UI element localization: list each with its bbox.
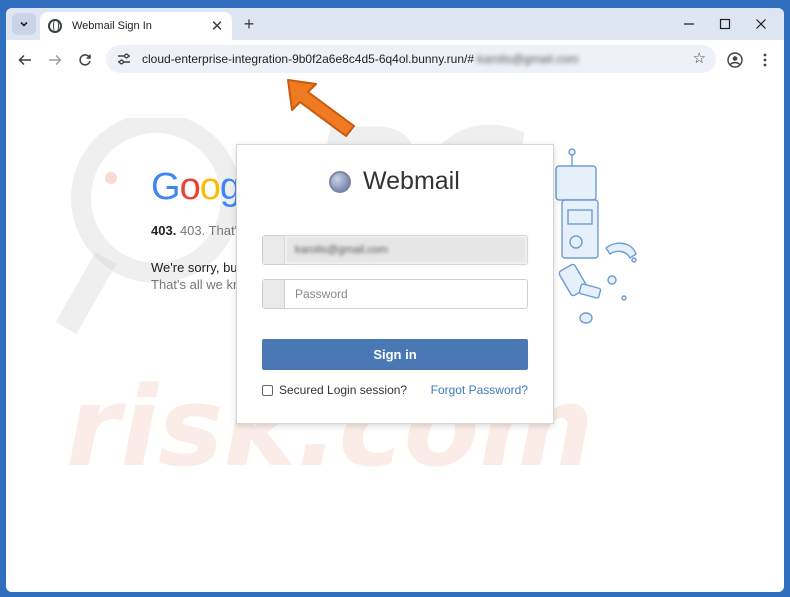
minimize-icon <box>684 23 694 25</box>
sorry-line: We're sorry, but <box>151 260 242 275</box>
login-card: Webmail karolis@gmail.com Password Sign … <box>236 144 554 424</box>
tab-search-button[interactable] <box>12 13 36 35</box>
tab-strip: Webmail Sign In ✕ + <box>6 8 784 40</box>
card-title: Webmail <box>363 167 460 195</box>
forgot-password-link[interactable]: Forgot Password? <box>431 383 528 397</box>
maximize-icon <box>719 18 731 30</box>
reload-button[interactable] <box>74 49 96 71</box>
close-window-button[interactable] <box>750 13 772 35</box>
secured-session-label: Secured Login session? <box>279 383 408 397</box>
menu-button[interactable] <box>754 49 776 71</box>
close-tab-icon[interactable]: ✕ <box>208 17 226 35</box>
url-text: cloud-enterprise-integration-9b0f2a6e8c4… <box>142 52 475 66</box>
maximize-button[interactable] <box>714 13 736 35</box>
know-line: That's all we kn <box>151 277 241 292</box>
password-placeholder: Password <box>295 287 348 301</box>
tab-webmail[interactable]: Webmail Sign In ✕ <box>40 12 232 40</box>
url-fragment-blurred: karolis@gmail.com <box>477 52 579 66</box>
minimize-button[interactable] <box>678 13 700 35</box>
google-logo: Goog <box>151 166 241 208</box>
globe-icon <box>329 170 351 193</box>
email-field[interactable]: karolis@gmail.com <box>262 235 528 265</box>
tab-title: Webmail Sign In <box>72 20 152 32</box>
browser-window: Webmail Sign In ✕ + cloud-enterprise-int… <box>6 8 784 592</box>
close-icon <box>756 19 766 29</box>
card-header: Webmail <box>329 167 460 196</box>
forward-arrow-icon <box>49 54 62 66</box>
secured-session-checkbox[interactable] <box>262 384 273 396</box>
broken-robot-illustration <box>555 148 637 324</box>
annotation-arrow-icon <box>287 79 355 137</box>
password-field-addon <box>263 280 285 308</box>
secured-session-row: Secured Login session? <box>262 383 407 397</box>
forward-button[interactable] <box>44 49 66 71</box>
browser-toolbar: cloud-enterprise-integration-9b0f2a6e8c4… <box>6 40 784 78</box>
page-viewport: PC risk.com Goog 403. 403. That's an e W… <box>6 78 784 592</box>
address-bar[interactable]: cloud-enterprise-integration-9b0f2a6e8c4… <box>106 45 716 73</box>
back-button[interactable] <box>14 49 36 71</box>
back-arrow-icon <box>18 54 31 66</box>
profile-icon <box>727 52 743 68</box>
profile-button[interactable] <box>724 49 746 71</box>
new-tab-button[interactable]: + <box>238 13 260 35</box>
sign-in-button[interactable]: Sign in <box>262 339 528 370</box>
bookmark-star-icon[interactable]: ☆ <box>693 49 706 67</box>
password-field[interactable]: Password <box>262 279 528 309</box>
kebab-menu-icon <box>763 53 767 67</box>
chevron-down-icon <box>20 21 28 27</box>
email-field-addon <box>263 236 285 264</box>
email-field-value: karolis@gmail.com <box>285 236 527 264</box>
site-info-icon[interactable] <box>116 51 132 67</box>
globe-icon <box>48 19 62 33</box>
reload-icon <box>79 54 91 66</box>
